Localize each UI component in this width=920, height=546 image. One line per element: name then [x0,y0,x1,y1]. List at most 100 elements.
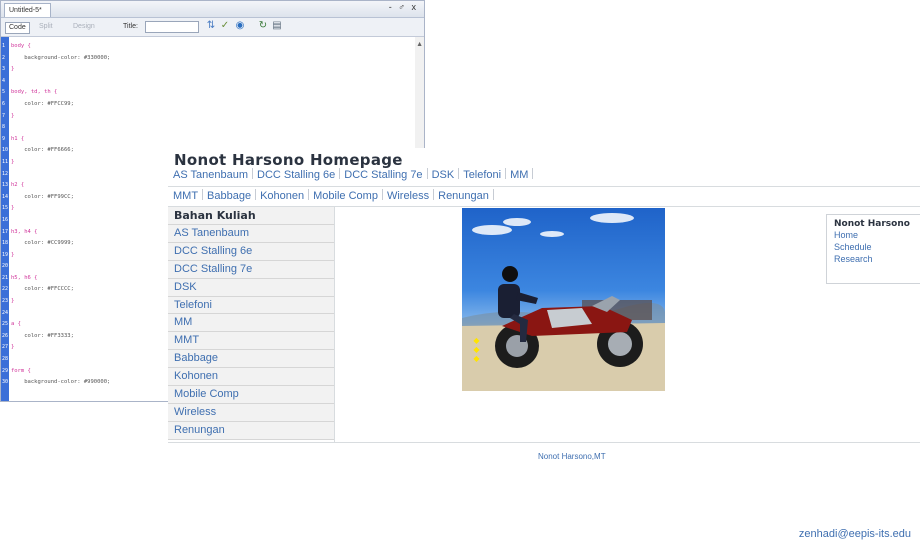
nav-separator [308,189,310,200]
line-number: 1 [2,43,6,49]
second-nav-link[interactable]: Babbage [207,190,251,202]
code-line[interactable]: 9 h1 { [1,134,414,146]
sidebar: Bahan Kuliah AS Tanenbaum DCC Stalling 6e… [168,207,334,440]
nav-separator [532,168,534,179]
profile-box: Nonot Harsono Home Schedule Research [826,214,920,284]
line-number: 7 [2,112,6,119]
code-text: form { [11,367,31,374]
line-number: 17 [2,228,9,235]
line-number: 13 [2,182,9,189]
nav-separator [426,168,428,179]
top-nav-link[interactable]: DCC Stalling 6e [257,169,335,181]
line-number: 14 [2,193,9,200]
author-email: zenhadi@eepis-its.edu [798,528,911,540]
code-text: h2 { [11,182,25,189]
second-nav-link[interactable]: Wireless [387,190,429,202]
design-view-button[interactable]: Design [73,22,95,32]
sidebar-item[interactable]: Renungan [168,421,334,440]
line-number: 3 [2,66,6,73]
top-nav-row-1: AS Tanenbaum DCC Stalling 6e DCC Stalling … [173,168,537,181]
code-text: h3, h4 { [11,228,38,235]
line-number: 29 [2,367,9,374]
top-nav-link[interactable]: AS Tanenbaum [173,169,248,181]
second-nav-link[interactable]: Kohonen [260,190,304,202]
line-number: 2 [2,54,6,61]
page-footer: Nonot Harsono,MT [538,452,606,461]
top-nav-row-2: MMT Babbage Kohonen Mobile Comp Wireless Renu… [173,189,498,202]
sidebar-item[interactable]: AS Tanenbaum [168,225,334,243]
sidebar-item[interactable]: Kohonen [168,368,334,387]
title-input[interactable] [145,21,199,33]
code-line[interactable]: 2 background-color: #330000; [1,53,414,65]
code-text: color: #FF99CC; [11,193,74,200]
scroll-up-arrow-icon[interactable]: ▲ [416,41,423,48]
code-line[interactable]: 7} [1,111,414,123]
code-line[interactable]: 1 body { [1,41,414,53]
top-nav-link[interactable]: DCC Stalling 7e [344,169,422,181]
sidebar-item[interactable]: Telefoni [168,296,334,315]
sidebar-item[interactable]: DSK [168,278,334,297]
code-view-button[interactable]: Code [5,22,30,34]
refresh-icon[interactable]: ↻ [257,20,269,32]
code-text: background-color: #990000; [11,379,111,386]
line-number: 25 [2,321,9,328]
footer-divider [168,442,920,443]
line-number: 27 [2,344,9,351]
code-line[interactable]: 6 color: #FFCC99; [1,99,414,111]
code-text: color: #CC9999; [11,240,74,247]
code-text: body { [11,43,31,49]
line-number: 5 [2,89,6,96]
line-number: 16 [2,216,9,223]
line-number: 20 [2,263,9,270]
nav-separator [381,189,383,200]
document-tab[interactable]: Untitled-5* [4,3,51,17]
line-number: 6 [2,100,6,107]
sidebar-heading: Bahan Kuliah [168,207,334,225]
top-nav-link[interactable]: Telefoni [463,169,501,181]
top-nav-link[interactable]: DSK [432,169,455,181]
sidebar-item[interactable]: Mobile Comp [168,386,334,404]
sidebar-item[interactable]: DCC Stalling 6e [168,242,334,261]
nav-separator [492,189,494,200]
nav-separator [339,168,341,179]
second-nav-link[interactable]: MMT [173,190,198,202]
second-nav-link[interactable]: Mobile Comp [313,190,378,202]
code-text: background-color: #330000; [11,54,111,61]
view-options-icon[interactable]: ▤ [271,20,283,32]
line-number: 11 [2,158,9,165]
window-controls[interactable]: - ♂ x [389,2,418,12]
code-text: } [11,158,15,165]
code-text: color: #FFCC99; [11,100,74,107]
file-management-icon[interactable]: ⇅ [205,20,217,32]
nav-divider [168,186,920,187]
sidebar-item[interactable]: Wireless [168,403,334,422]
profile-link-home[interactable]: Home [834,230,858,240]
split-view-button[interactable]: Split [39,22,53,32]
top-nav-link[interactable]: MM [510,169,528,181]
code-line[interactable]: 3} [1,64,414,76]
sidebar-item[interactable]: Babbage [168,350,334,369]
code-text: } [11,251,15,258]
code-text: } [11,66,15,73]
preview-globe-icon[interactable]: ◉ [234,20,246,32]
sidebar-item[interactable]: MM [168,314,334,333]
code-text: a { [11,321,21,328]
code-text: color: #FF6666; [11,147,74,154]
nav-separator [505,168,507,179]
profile-link-research[interactable]: Research [834,254,873,264]
profile-link-schedule[interactable]: Schedule [834,242,872,252]
line-number: 30 [2,379,9,386]
line-number: 12 [2,170,9,177]
code-line[interactable]: 5 body, td, th { [1,87,414,99]
code-line[interactable]: 8 [1,122,414,134]
line-number: 4 [2,77,6,84]
sidebar-item[interactable]: MMT [168,332,334,351]
browser-check-icon[interactable]: ✓ [219,20,231,32]
line-number: 28 [2,356,9,363]
code-text: } [11,344,15,351]
second-nav-link[interactable]: Renungan [438,190,489,202]
code-line[interactable]: 4 [1,76,414,88]
sidebar-item[interactable]: DCC Stalling 7e [168,260,334,279]
line-number: 10 [2,147,9,154]
sidebar-list: AS Tanenbaum DCC Stalling 6e DCC Stalling … [168,225,334,440]
